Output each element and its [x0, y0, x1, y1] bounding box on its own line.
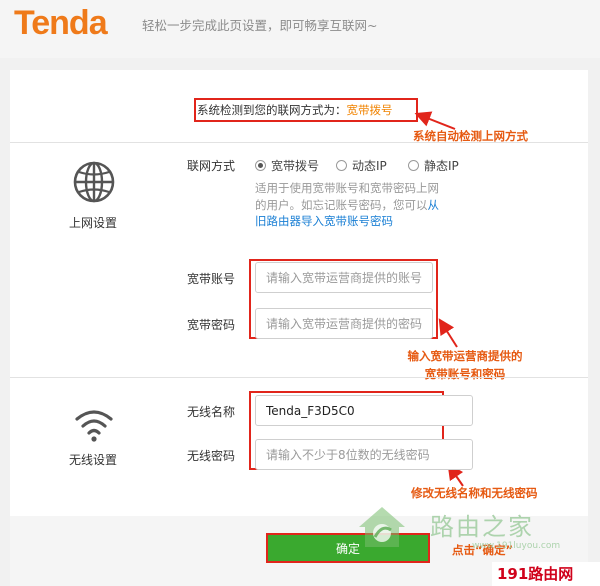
radio-dynamic-ip-dot[interactable] — [336, 160, 347, 171]
globe-icon — [73, 161, 115, 203]
account-arrow — [438, 318, 458, 348]
site-badge: 191路由网 — [492, 562, 600, 586]
radio-static-ip[interactable]: 静态IP — [408, 157, 459, 174]
broadband-account-label: 宽带账号 — [187, 272, 236, 286]
connection-hint: 适用于使用宽带账号和宽带密码上网的用户。如忘记账号密码，您可以从旧路由器导入宽带… — [255, 180, 450, 230]
radio-static-ip-label: 静态IP — [424, 159, 459, 173]
account-annotation-line2: 宽带账号和密码 — [424, 367, 506, 381]
watermark-text: 路由之家 — [430, 513, 534, 541]
radio-static-ip-dot[interactable] — [408, 160, 419, 171]
wireless-annotation: 修改无线名称和无线密码 — [411, 486, 538, 500]
internet-section-title: 上网设置 — [69, 216, 118, 230]
house-logo-icon — [359, 507, 405, 547]
connection-type-label: 联网方式 — [187, 159, 236, 173]
radio-dynamic-ip[interactable]: 动态IP — [336, 157, 387, 174]
account-annotation-line1: 输入宽带运营商提供的 — [407, 349, 523, 363]
radio-pppoe-dot[interactable] — [255, 160, 266, 171]
wireless-name-input[interactable] — [255, 395, 473, 426]
section-divider-middle — [10, 377, 588, 378]
wireless-section-title: 无线设置 — [69, 453, 118, 467]
wireless-password-label: 无线密码 — [187, 449, 236, 463]
broadband-password-input[interactable] — [255, 308, 433, 339]
wireless-arrow — [447, 463, 464, 487]
wireless-password-input[interactable] — [255, 439, 473, 470]
radio-dynamic-ip-label: 动态IP — [352, 159, 387, 173]
radio-pppoe-label: 宽带拨号 — [271, 159, 320, 173]
wifi-icon — [75, 410, 113, 442]
broadband-password-label: 宽带密码 — [187, 318, 236, 332]
connection-hint-text: 适用于使用宽带账号和宽带密码上网的用户。如忘记账号密码，您可以 — [255, 181, 439, 212]
section-divider-top — [10, 142, 588, 143]
watermark-url: www.191luyou.com — [472, 541, 561, 551]
broadband-account-input[interactable] — [255, 262, 433, 293]
wireless-name-label: 无线名称 — [187, 405, 236, 419]
radio-pppoe[interactable]: 宽带拨号 — [255, 157, 319, 174]
